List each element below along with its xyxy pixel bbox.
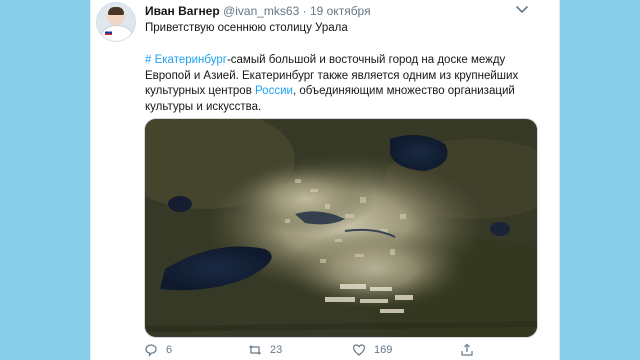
hashtag-link[interactable]: # Екатеринбург (145, 54, 227, 66)
avatar[interactable] (96, 2, 136, 42)
tweet-body: # Екатеринбург-самый большой и восточный… (145, 53, 530, 115)
tweet-header: Иван Вагнер @ivan_mks63 · 19 октября (145, 4, 371, 18)
like-button[interactable]: 169 (352, 343, 392, 357)
tweet-photo[interactable] (144, 118, 538, 338)
tweet-date[interactable]: 19 октября (310, 4, 371, 18)
russia-link[interactable]: России (255, 85, 293, 97)
satellite-image (145, 119, 537, 337)
author-name[interactable]: Иван Вагнер (145, 4, 220, 18)
tweet-greeting: Приветствую осеннюю столицу Урала (145, 22, 348, 34)
chevron-down-icon[interactable] (514, 3, 530, 17)
retweet-button[interactable]: 23 (248, 343, 282, 357)
retweet-icon (249, 345, 261, 355)
retweet-count: 23 (270, 344, 283, 356)
like-icon (352, 344, 366, 356)
share-button[interactable] (460, 343, 474, 357)
share-icon (461, 343, 473, 356)
tweet-actions: 6 23 169 (144, 343, 524, 359)
avatar-hair (108, 7, 124, 15)
reply-icon (145, 344, 157, 357)
reply-button[interactable]: 6 (144, 343, 172, 357)
flag-icon (105, 30, 112, 35)
reply-count: 6 (166, 344, 173, 356)
author-handle[interactable]: @ivan_mks63 (223, 4, 299, 18)
separator: · (302, 4, 307, 18)
like-count: 169 (374, 344, 393, 356)
